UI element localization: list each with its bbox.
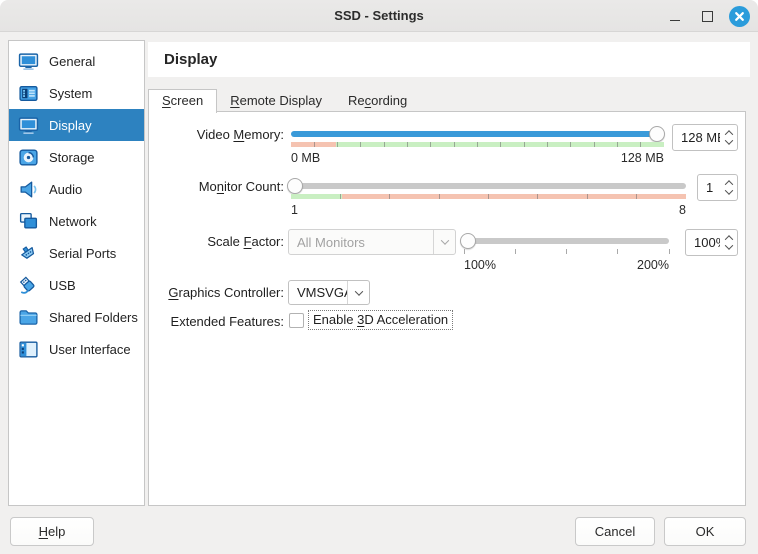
sidebar-item-label: System <box>49 86 92 101</box>
general-icon <box>17 50 39 72</box>
page-title: Display <box>164 51 217 68</box>
graphics-controller-select[interactable]: VMSVGA <box>288 280 370 305</box>
maximize-button[interactable] <box>696 5 718 27</box>
shared-folders-icon <box>17 306 39 328</box>
audio-icon <box>17 178 39 200</box>
video-memory-spinbox[interactable]: 128 MB <box>672 124 738 151</box>
chevron-down-icon <box>347 281 369 304</box>
settings-category-list: General System Display Storage Audio <box>8 40 145 506</box>
help-button[interactable]: Help <box>10 517 94 546</box>
scale-factor-spinbox[interactable]: 100% <box>685 229 738 256</box>
sidebar-item-display[interactable]: Display <box>9 109 144 141</box>
graphics-controller-label: Graphics Controller: <box>149 285 284 300</box>
video-memory-range-scale <box>291 142 664 147</box>
close-button[interactable] <box>728 5 750 27</box>
scale-factor-monitor-select: All Monitors <box>288 229 456 255</box>
scale-factor-min-label: 100% <box>464 258 496 272</box>
sidebar-item-label: General <box>49 54 95 69</box>
scale-factor-value: 100% <box>686 235 720 250</box>
enable-3d-acceleration-checkbox[interactable] <box>289 313 304 328</box>
sidebar-item-label: Shared Folders <box>49 310 138 325</box>
scale-factor-slider-handle[interactable] <box>460 233 476 249</box>
storage-icon <box>17 146 39 168</box>
sidebar-item-network[interactable]: Network <box>9 205 144 237</box>
sidebar-item-system[interactable]: System <box>9 77 144 109</box>
monitor-count-spin-buttons <box>720 175 737 200</box>
video-memory-min-label: 0 MB <box>291 151 320 165</box>
scale-factor-label: Scale Factor: <box>149 234 284 249</box>
sidebar-item-storage[interactable]: Storage <box>9 141 144 173</box>
user-interface-icon <box>17 338 39 360</box>
maximize-icon <box>702 11 713 22</box>
scale-factor-monitor-select-value: All Monitors <box>289 235 433 250</box>
spin-down-icon[interactable] <box>724 241 732 249</box>
sidebar-item-label: USB <box>49 278 76 293</box>
sidebar-item-label: User Interface <box>49 342 131 357</box>
usb-icon <box>17 274 39 296</box>
serial-ports-icon <box>17 242 39 264</box>
tabbar: Screen Remote Display Recording <box>148 89 420 112</box>
video-memory-slider[interactable] <box>291 131 664 137</box>
sidebar-item-serial-ports[interactable]: Serial Ports <box>9 237 144 269</box>
spin-down-icon[interactable] <box>724 186 732 194</box>
monitor-count-range-scale <box>291 194 686 199</box>
cancel-button[interactable]: Cancel <box>575 517 655 546</box>
sidebar-item-usb[interactable]: USB <box>9 269 144 301</box>
sidebar-item-label: Storage <box>49 150 95 165</box>
sidebar-item-general[interactable]: General <box>9 45 144 77</box>
ok-button[interactable]: OK <box>664 517 746 546</box>
display-icon <box>17 114 39 136</box>
graphics-controller-value: VMSVGA <box>289 285 347 300</box>
monitor-count-label: Monitor Count: <box>149 179 284 194</box>
screen-tab-panel: Video Memory: 0 MB 128 MB 128 MB Monitor… <box>148 111 746 506</box>
monitor-count-max-label: 8 <box>646 203 686 217</box>
video-memory-max-label: 128 MB <box>594 151 664 165</box>
spin-down-icon[interactable] <box>724 136 732 144</box>
sidebar-item-user-interface[interactable]: User Interface <box>9 333 144 365</box>
video-memory-slider-handle[interactable] <box>649 126 665 142</box>
monitor-count-spinbox[interactable]: 1 <box>697 174 738 201</box>
sidebar-item-label: Audio <box>49 182 82 197</box>
video-memory-spin-buttons <box>720 125 737 150</box>
network-icon <box>17 210 39 232</box>
minimize-icon <box>670 20 680 21</box>
page-header: Display <box>148 42 750 77</box>
window-controls <box>664 0 750 32</box>
monitor-count-min-label: 1 <box>291 203 298 217</box>
settings-window: SSD - Settings General <box>0 0 758 554</box>
monitor-count-value: 1 <box>698 180 720 195</box>
close-icon <box>729 6 750 27</box>
scale-factor-slider[interactable] <box>464 238 669 244</box>
monitor-count-slider[interactable] <box>291 183 686 189</box>
minimize-button[interactable] <box>664 5 686 27</box>
system-icon <box>17 82 39 104</box>
sidebar-item-audio[interactable]: Audio <box>9 173 144 205</box>
scale-factor-spin-buttons <box>720 230 737 255</box>
tab-remote-display[interactable]: Remote Display <box>217 90 335 113</box>
enable-3d-acceleration-checkbox-label[interactable]: Enable 3D Acceleration <box>308 310 453 330</box>
sidebar-item-shared-folders[interactable]: Shared Folders <box>9 301 144 333</box>
scale-factor-max-label: 200% <box>619 258 669 272</box>
monitor-count-slider-handle[interactable] <box>287 178 303 194</box>
scale-factor-ticks <box>464 249 669 254</box>
extended-features-label: Extended Features: <box>149 314 284 329</box>
window-title: SSD - Settings <box>0 0 758 32</box>
tab-recording[interactable]: Recording <box>335 90 420 113</box>
chevron-down-icon <box>433 230 455 254</box>
video-memory-value: 128 MB <box>673 130 720 145</box>
video-memory-label: Video Memory: <box>149 127 284 142</box>
sidebar-item-label: Display <box>49 118 92 133</box>
sidebar-item-label: Network <box>49 214 97 229</box>
titlebar[interactable]: SSD - Settings <box>0 0 758 32</box>
sidebar-item-label: Serial Ports <box>49 246 116 261</box>
tab-screen[interactable]: Screen <box>148 89 217 113</box>
